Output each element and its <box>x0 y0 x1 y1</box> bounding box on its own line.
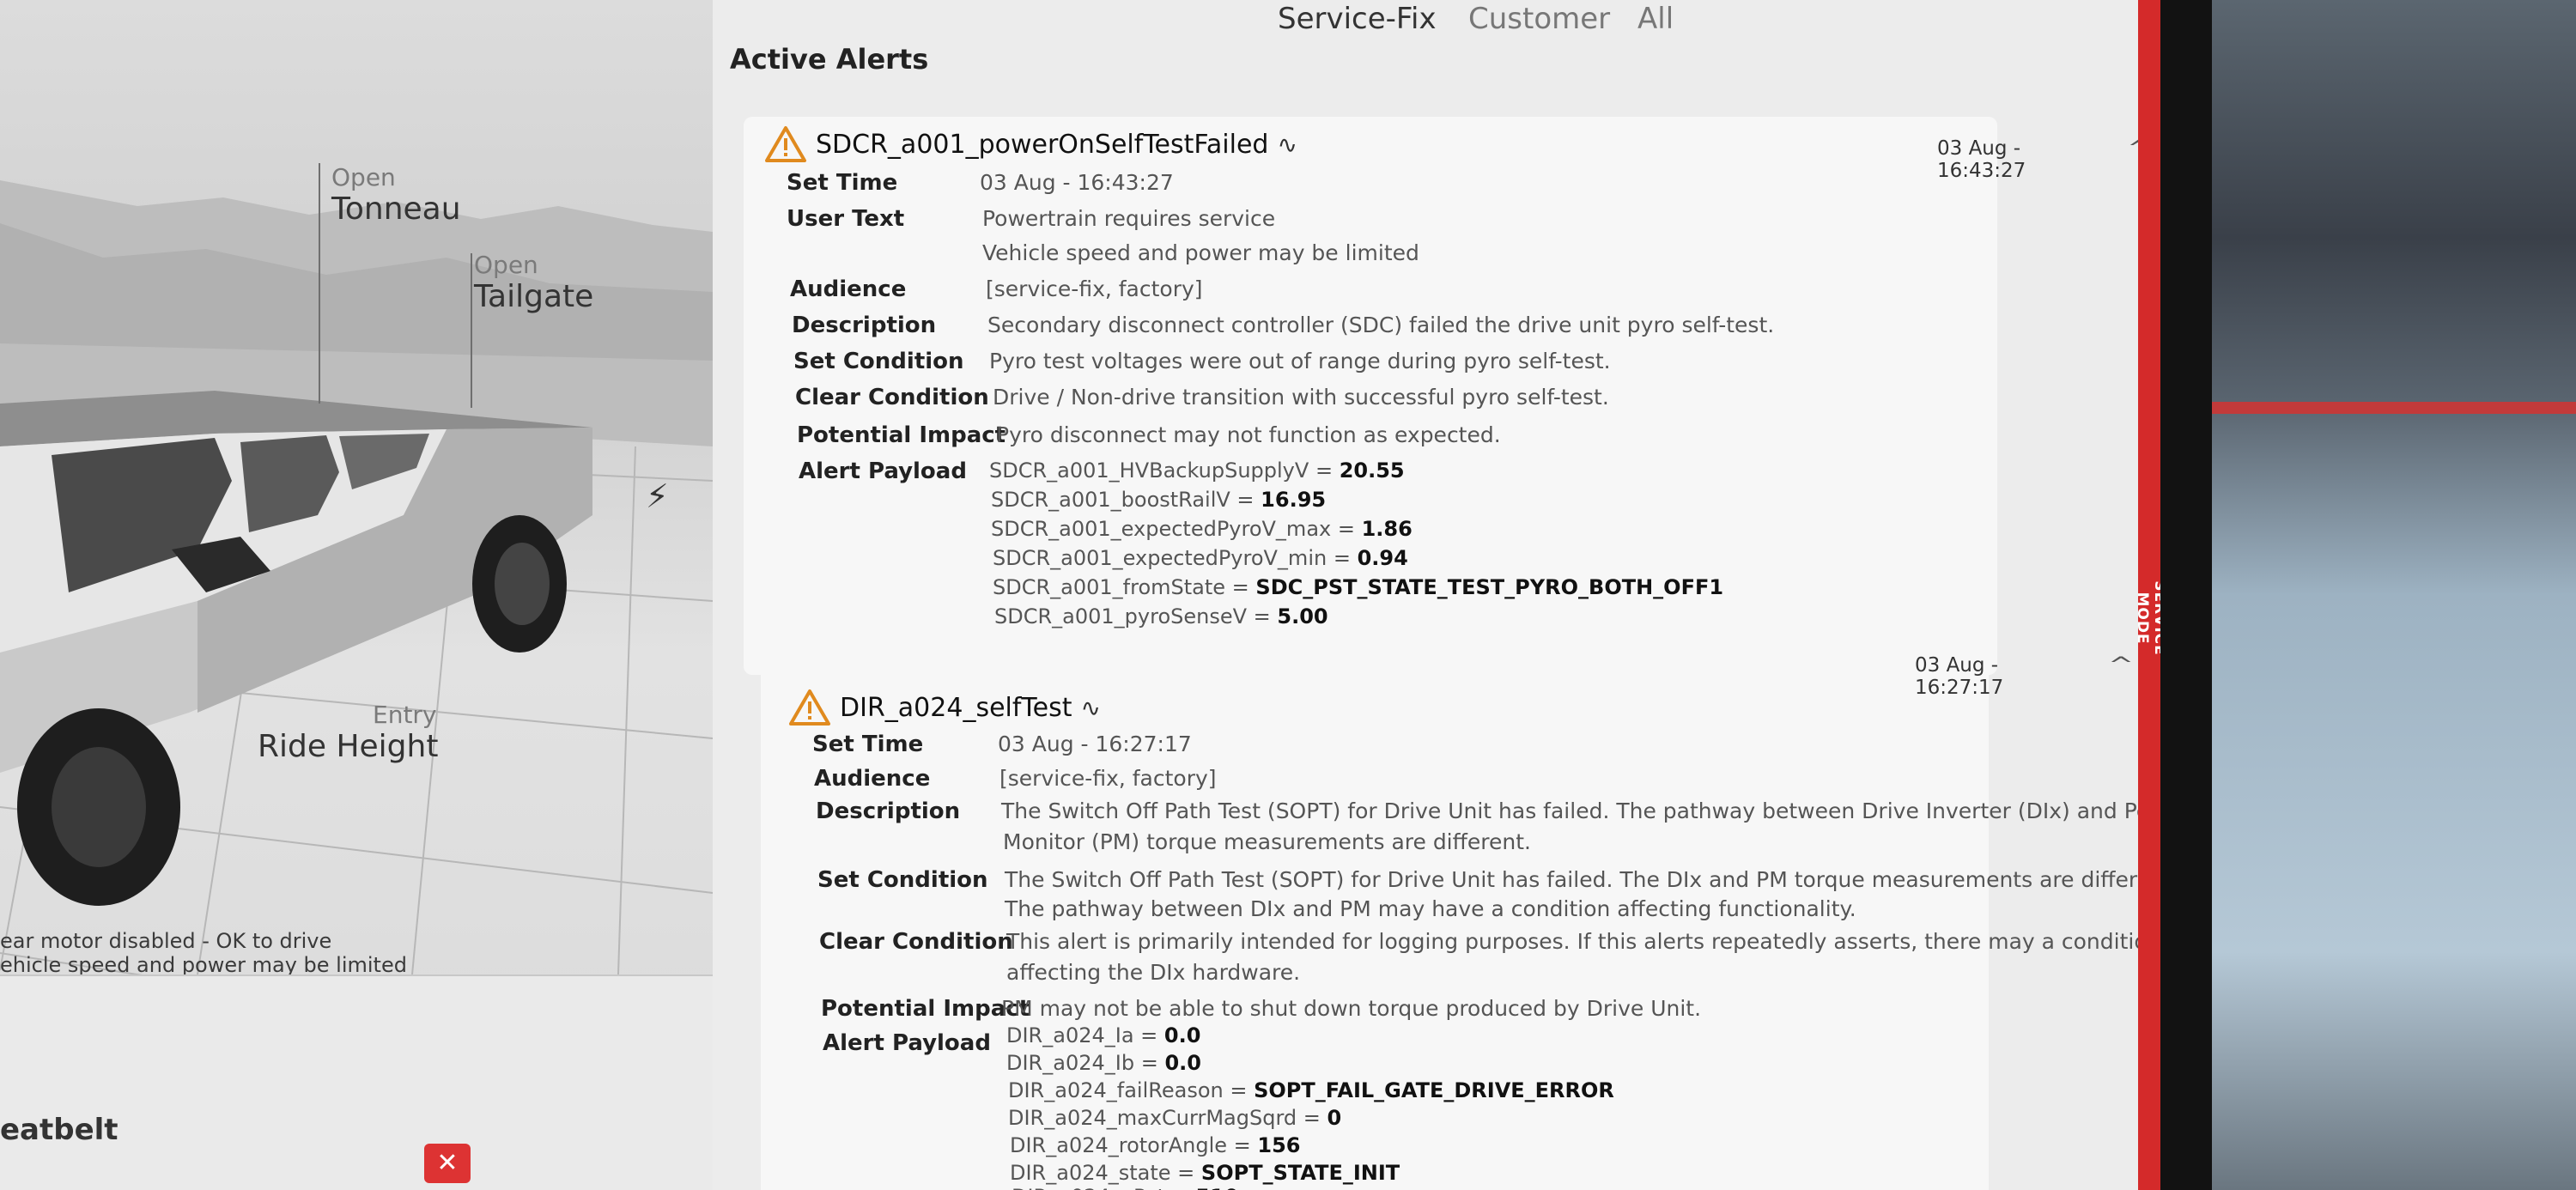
tab-all[interactable]: All <box>1637 2 1674 36</box>
tailgate-state: Open <box>474 251 538 279</box>
tonneau-callout[interactable]: Open Tonneau <box>331 163 461 227</box>
payload-item: SDCR_a001_expectedPyroV_max = 1.86 <box>991 517 1413 541</box>
seat-occupancy-panel <box>0 974 713 1190</box>
tonneau-label: Tonneau <box>331 191 461 227</box>
ride-height-state: Entry <box>373 701 437 729</box>
tailgate-callout[interactable]: Open Tailgate <box>474 251 593 314</box>
page-title: Active Alerts <box>730 43 929 76</box>
alert-payload-row: Alert Payload <box>799 458 967 484</box>
payload-item: DIR_a024_Ib = 0.0 <box>1006 1051 1201 1075</box>
payload-item: DIR_a024_state = SOPT_STATE_INIT <box>1010 1161 1400 1185</box>
set-condition-row: Set Condition Pyro test voltages were ou… <box>793 349 1611 374</box>
alert-payload-row: Alert Payload <box>823 1030 991 1056</box>
tonneau-state: Open <box>331 163 396 191</box>
warning-icon <box>789 689 830 726</box>
payload-item: DIR_a024_Ia = 0.0 <box>1006 1023 1201 1047</box>
tab-service-fix[interactable]: Service-Fix <box>1278 2 1437 36</box>
payload-item: DIR_a024_uPct = 510 <box>1012 1185 1239 1190</box>
set-condition-line-2: The pathway between DIx and PM may have … <box>1005 896 1856 921</box>
ride-height-label: Ride Height <box>258 729 439 764</box>
vehicle-view: Open Tonneau Open Tailgate Entry Ride He… <box>0 0 713 1190</box>
set-time-row: Set Time 03 Aug - 16:43:27 <box>787 170 1174 196</box>
description-line-2: Monitor (PM) torque measurements are dif… <box>1003 829 1531 854</box>
payload-item: SDCR_a001_HVBackupSupplyV = 20.55 <box>989 458 1405 483</box>
alert-card[interactable]: SDCR_a001_powerOnSelfTestFailed ∿ 03 Aug… <box>744 117 2138 675</box>
payload-item: SDCR_a001_pyroSenseV = 5.00 <box>994 604 1328 628</box>
motor-status-message: ear motor disabled - OK to drive <box>0 929 332 953</box>
ride-height-callout[interactable]: Entry Ride Height <box>258 701 438 764</box>
description-row: Description Secondary disconnect control… <box>792 313 1775 338</box>
activity-icon: ∿ <box>1080 693 1101 722</box>
alert-timestamp: 03 Aug - 16:27:17 <box>1915 654 2004 699</box>
clear-condition-row: Clear Condition This alert is primarily … <box>819 929 2138 955</box>
set-condition-row: Set Condition The Switch Off Path Test (… <box>817 867 2138 893</box>
tab-customer[interactable]: Customer <box>1468 2 1610 36</box>
cabin-background <box>2212 0 2576 1190</box>
payload-item: SDCR_a001_expectedPyroV_min = 0.94 <box>993 546 1408 570</box>
chevron-up-icon[interactable]: ^ <box>2108 653 2134 677</box>
ambient-light-strip <box>2212 402 2576 414</box>
clear-condition-line-2: affecting the DIx hardware. <box>1006 960 1301 985</box>
seatbelt-label: eatbelt <box>0 1113 118 1147</box>
audience-row: Audience [service-fix, factory] <box>814 766 1217 792</box>
tailgate-label: Tailgate <box>474 279 594 314</box>
alert-timestamp: 03 Aug - 16:43:27 <box>1937 137 2026 182</box>
description-row: Description The Switch Off Path Test (SO… <box>816 798 2138 824</box>
screen-bezel <box>2160 0 2212 1190</box>
audience-row: Audience [service-fix, factory] <box>790 276 1203 302</box>
alert-card[interactable]: 03 Aug - 16:27:17 ^ DIR_a024_selfTest ∿ … <box>761 653 2138 1190</box>
alert-header[interactable]: SDCR_a001_powerOnSelfTestFailed ∿ <box>764 125 1297 163</box>
alert-name: DIR_a024_selfTest <box>840 692 1072 723</box>
alerts-panel: Service-Fix Customer All Active Alerts S… <box>713 0 2138 1190</box>
clear-condition-row: Clear Condition Drive / Non-drive transi… <box>795 385 1609 410</box>
user-text-row: User Text Powertrain requires service <box>787 206 1276 232</box>
warning-icon <box>765 126 806 162</box>
speed-limited-message: ehicle speed and power may be limited <box>0 953 407 977</box>
activity-icon: ∿ <box>1277 130 1297 159</box>
user-text-line-2: Vehicle speed and power may be limited <box>982 240 1419 265</box>
alert-header[interactable]: DIR_a024_selfTest ∿ <box>788 689 1101 726</box>
set-time-row: Set Time 03 Aug - 16:27:17 <box>812 732 1192 757</box>
payload-item: SDCR_a001_fromState = SDC_PST_STATE_TEST… <box>993 575 1724 599</box>
payload-item: DIR_a024_maxCurrMagSqrd = 0 <box>1008 1106 1342 1130</box>
payload-item: SDCR_a001_boostRailV = 16.95 <box>991 488 1327 512</box>
payload-item: DIR_a024_failReason = SOPT_FAIL_GATE_DRI… <box>1008 1078 1614 1102</box>
payload-item: DIR_a024_rotorAngle = 156 <box>1010 1133 1301 1157</box>
charge-bolt-icon: ⚡ <box>646 477 669 515</box>
potential-impact-row: Potential Impact Pyro disconnect may not… <box>797 422 1501 448</box>
alert-name: SDCR_a001_powerOnSelfTestFailed <box>816 129 1269 160</box>
seatbelt-warning-icon: ✕ <box>424 1144 471 1183</box>
chevron-up-icon[interactable]: ^ <box>2127 136 2138 160</box>
potential-impact-row: Potential Impact PM may not be able to s… <box>821 996 1702 1022</box>
